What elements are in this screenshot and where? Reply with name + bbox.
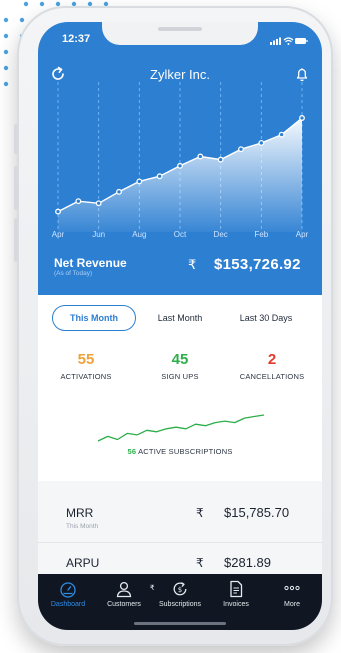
wifi-icon (283, 37, 294, 43)
metric-currency: ₹ (196, 556, 204, 570)
divider (38, 542, 322, 543)
revenue-area (58, 118, 302, 232)
nav-label: More (284, 601, 300, 608)
tab-last-30-days[interactable]: Last 30 Days (224, 305, 308, 331)
x-tick-label: Dec (213, 230, 228, 239)
active-subscriptions-count: 56 (127, 447, 137, 456)
person-icon (116, 581, 132, 598)
status-time: 12:37 (62, 33, 91, 45)
stat-activations[interactable]: 55 ACTIVATIONS (41, 351, 131, 381)
net-revenue-label: Net Revenue (54, 256, 127, 270)
phone-side-button (14, 124, 18, 154)
activations-label: ACTIVATIONS (60, 372, 112, 381)
chart-point (75, 198, 82, 205)
chart-point (95, 200, 102, 207)
status-icons (270, 33, 308, 51)
chart-point (217, 156, 224, 163)
signups-value: 45 (171, 351, 189, 368)
nav-dashboard[interactable]: Dashboard (40, 580, 96, 608)
chart-point (238, 146, 244, 153)
chart-point (116, 188, 122, 195)
nav-more[interactable]: More (264, 580, 320, 608)
nav-customers[interactable]: Customers (96, 580, 152, 608)
chart-point (156, 173, 163, 180)
phone-notch (102, 22, 258, 45)
metric-value: $15,785.70 (224, 505, 290, 520)
metric-value: $281.89 (224, 555, 271, 570)
active-subscriptions-label: ACTIVE SUBSCRIPTIONS (138, 447, 233, 456)
phone-side-button (14, 166, 18, 210)
tab-last-month[interactable]: Last Month (142, 305, 218, 331)
revenue-area-chart (55, 82, 305, 232)
cancellations-value: 2 (267, 351, 277, 368)
gauge-icon (60, 582, 76, 598)
more-icon (284, 585, 300, 591)
subscriptions-icon: $ (173, 582, 187, 596)
metric-currency: ₹ (196, 506, 204, 520)
stat-signups[interactable]: 45 SIGN UPS (135, 351, 225, 381)
x-tick-label: Apr (295, 230, 309, 239)
svg-text:$: $ (178, 586, 182, 594)
phone-screen: 12:37 Zylker Inc. Apr Jun Aug Oct Dec Fe… (38, 22, 322, 630)
chart-point (136, 178, 143, 185)
cancellations-label: CANCELLATIONS (239, 372, 305, 381)
net-revenue-value: $153,726.92 (214, 256, 301, 273)
tab-this-month[interactable]: This Month (52, 305, 136, 331)
activations-value: 55 (77, 351, 95, 368)
x-tick-label: Feb (254, 230, 269, 239)
metric-name: MRR (66, 506, 94, 520)
bell-icon[interactable] (292, 64, 312, 84)
metric-row-mrr[interactable]: MRR This Month ₹ $15,785.70 (38, 492, 322, 552)
nav-label: Customers (107, 601, 141, 608)
signups-label: SIGN UPS (161, 372, 199, 381)
active-subscriptions-sparkline (97, 414, 265, 442)
chart-point (55, 208, 61, 215)
x-tick-label: Oct (173, 230, 187, 239)
chart-point (258, 140, 265, 146)
nav-label: Subscriptions (158, 601, 202, 608)
x-axis-months: Apr Jun Aug Oct Dec Feb Apr (38, 230, 322, 242)
sparkline-path (97, 414, 265, 442)
invoice-icon (230, 580, 243, 598)
chart-point (177, 162, 183, 169)
phone-side-button (14, 218, 18, 262)
x-tick-label: Jun (92, 230, 106, 239)
nav-invoices[interactable]: Invoices (208, 580, 264, 608)
page-title: Zylker Inc. (150, 67, 210, 82)
x-tick-label: Aug (132, 230, 147, 239)
metric-name: ARPU (66, 556, 100, 570)
chart-point (278, 131, 285, 138)
metric-sub: This Month (66, 523, 99, 530)
x-tick-label: Apr (51, 230, 65, 239)
net-revenue-sub: (As of Today) (54, 270, 93, 277)
home-indicator[interactable] (134, 622, 226, 625)
subscription-summary: This Month Last Month Last 30 Days 55 AC… (38, 295, 322, 481)
net-revenue-currency: ₹ (188, 257, 197, 272)
active-subscriptions[interactable]: 56 ACTIVE SUBSCRIPTIONS (38, 447, 322, 456)
chart-point (299, 115, 305, 121)
signal-icon (270, 37, 281, 45)
stat-cancellations[interactable]: 2 CANCELLATIONS (227, 351, 317, 381)
battery-icon (295, 38, 306, 44)
chart-point (197, 153, 204, 160)
nav-subscriptions[interactable]: $ Subscriptions (152, 580, 208, 608)
nav-label: Dashboard (50, 601, 86, 608)
revenue-header: 12:37 Zylker Inc. Apr Jun Aug Oct Dec Fe… (38, 22, 322, 295)
nav-label: Invoices (223, 601, 249, 608)
